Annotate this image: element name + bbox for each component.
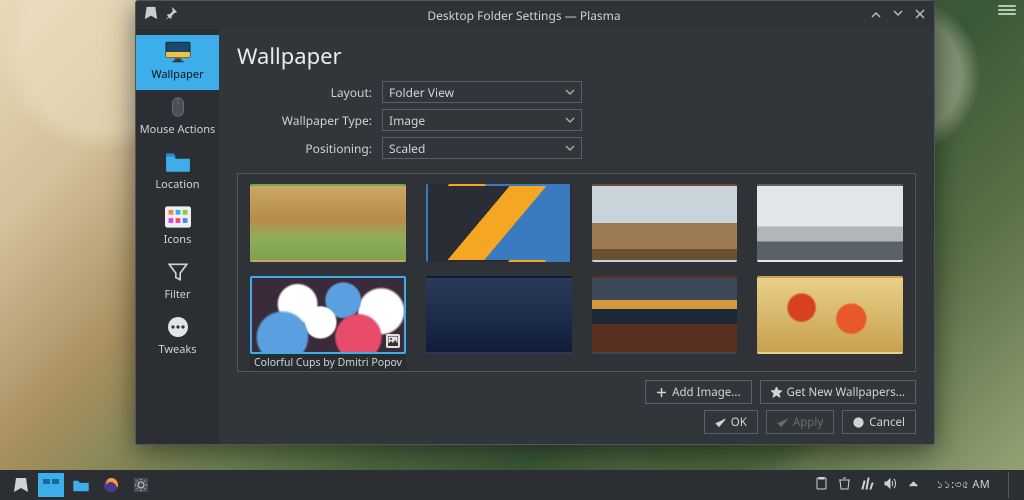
show-desktop-button[interactable] (1008, 472, 1016, 498)
wallpaper-type-label: Wallpaper Type: (237, 112, 372, 129)
dots-icon (164, 316, 192, 338)
volume-icon[interactable] (884, 477, 897, 494)
chevron-down-icon (565, 87, 575, 97)
apply-button: Apply (766, 410, 834, 434)
network-icon[interactable] (861, 477, 874, 494)
button-label: Cancel (869, 415, 905, 430)
wallpaper-type-select[interactable]: Image (382, 109, 582, 131)
panel-handle-icon[interactable] (998, 5, 1016, 17)
sidebar-item-label: Tweaks (158, 342, 196, 357)
layout-value: Folder View (389, 84, 454, 101)
cancel-button[interactable]: Cancel (842, 410, 916, 434)
sidebar-item-filter[interactable]: Filter (136, 255, 219, 310)
wallpaper-grid[interactable]: Colorful Cups by Dmitri Popov (238, 174, 915, 371)
content-area: Wallpaper Layout: Folder View Wallpaper … (219, 29, 934, 444)
sidebar-item-wallpaper[interactable]: Wallpaper (136, 35, 219, 90)
check-icon (777, 417, 788, 428)
button-label: OK (731, 415, 747, 430)
button-label: Add Image... (672, 385, 740, 400)
settings-sidebar: Wallpaper Mouse Actions Location Icons F… (136, 29, 219, 444)
wallpaper-thumb[interactable] (757, 276, 903, 371)
sidebar-item-label: Wallpaper (151, 67, 203, 82)
trash-icon[interactable] (838, 477, 851, 494)
sidebar-item-label: Mouse Actions (140, 122, 216, 137)
close-button[interactable] (914, 7, 926, 24)
folder-icon (164, 151, 192, 173)
sidebar-item-location[interactable]: Location (136, 145, 219, 200)
chevron-down-icon (565, 143, 575, 153)
cancel-icon (853, 417, 864, 428)
task-settings[interactable] (128, 473, 154, 497)
clipboard-icon[interactable] (815, 477, 828, 494)
task-files[interactable] (68, 473, 94, 497)
sidebar-item-label: Location (155, 177, 199, 192)
pin-icon[interactable] (164, 6, 178, 24)
mouse-icon (164, 96, 192, 118)
task-pager[interactable] (38, 473, 64, 497)
layout-label: Layout: (237, 84, 372, 101)
wallpaper-thumb[interactable] (250, 184, 406, 262)
positioning-select[interactable]: Scaled (382, 137, 582, 159)
positioning-value: Scaled (389, 140, 425, 157)
check-icon (715, 417, 726, 428)
wallpaper-thumb[interactable] (592, 276, 738, 371)
image-type-icon (386, 334, 400, 348)
app-launcher-button[interactable] (8, 473, 34, 497)
settings-window: Desktop Folder Settings — Plasma Wallpap… (135, 0, 935, 445)
page-title: Wallpaper (237, 41, 916, 71)
star-icon (771, 387, 782, 398)
chevron-down-icon (565, 115, 575, 125)
button-label: Get New Wallpapers... (787, 385, 905, 400)
funnel-icon (164, 261, 192, 283)
window-title: Desktop Folder Settings — Plasma (178, 7, 870, 24)
titlebar[interactable]: Desktop Folder Settings — Plasma (136, 1, 934, 29)
wallpaper-thumb-selected[interactable]: Colorful Cups by Dmitri Popov (250, 276, 406, 371)
sidebar-item-label: Icons (164, 232, 192, 247)
sidebar-item-tweaks[interactable]: Tweaks (136, 310, 219, 365)
button-label: Apply (793, 415, 823, 430)
get-new-wallpapers-button[interactable]: Get New Wallpapers... (760, 380, 916, 404)
positioning-label: Positioning: (237, 140, 372, 157)
layout-select[interactable]: Folder View (382, 81, 582, 103)
system-tray[interactable]: ১১:৩৫ AM (815, 472, 1016, 498)
wallpaper-thumb[interactable] (592, 184, 738, 262)
minimize-button[interactable] (870, 7, 882, 24)
wallpaper-type-value: Image (389, 112, 425, 129)
grid-icon (164, 206, 192, 228)
wallpaper-thumb[interactable] (426, 184, 572, 262)
monitor-icon (164, 41, 192, 63)
task-firefox[interactable] (98, 473, 124, 497)
tray-expand-icon[interactable] (907, 477, 920, 494)
add-image-button[interactable]: Add Image... (645, 380, 751, 404)
ok-button[interactable]: OK (704, 410, 758, 434)
sidebar-item-icons[interactable]: Icons (136, 200, 219, 255)
clock[interactable]: ১১:৩৫ AM (936, 476, 990, 495)
sidebar-item-label: Filter (164, 287, 190, 302)
maximize-button[interactable] (892, 7, 904, 24)
taskbar[interactable]: ১১:৩৫ AM (0, 470, 1024, 500)
wallpaper-caption: Colorful Cups by Dmitri Popov (250, 353, 406, 371)
wallpaper-thumb[interactable] (426, 276, 572, 371)
wallpaper-thumb[interactable] (757, 184, 903, 262)
plus-icon (656, 387, 667, 398)
sidebar-item-mouse-actions[interactable]: Mouse Actions (136, 90, 219, 145)
wallpaper-gallery: Colorful Cups by Dmitri Popov (237, 173, 916, 372)
app-menu-icon[interactable] (144, 6, 158, 24)
